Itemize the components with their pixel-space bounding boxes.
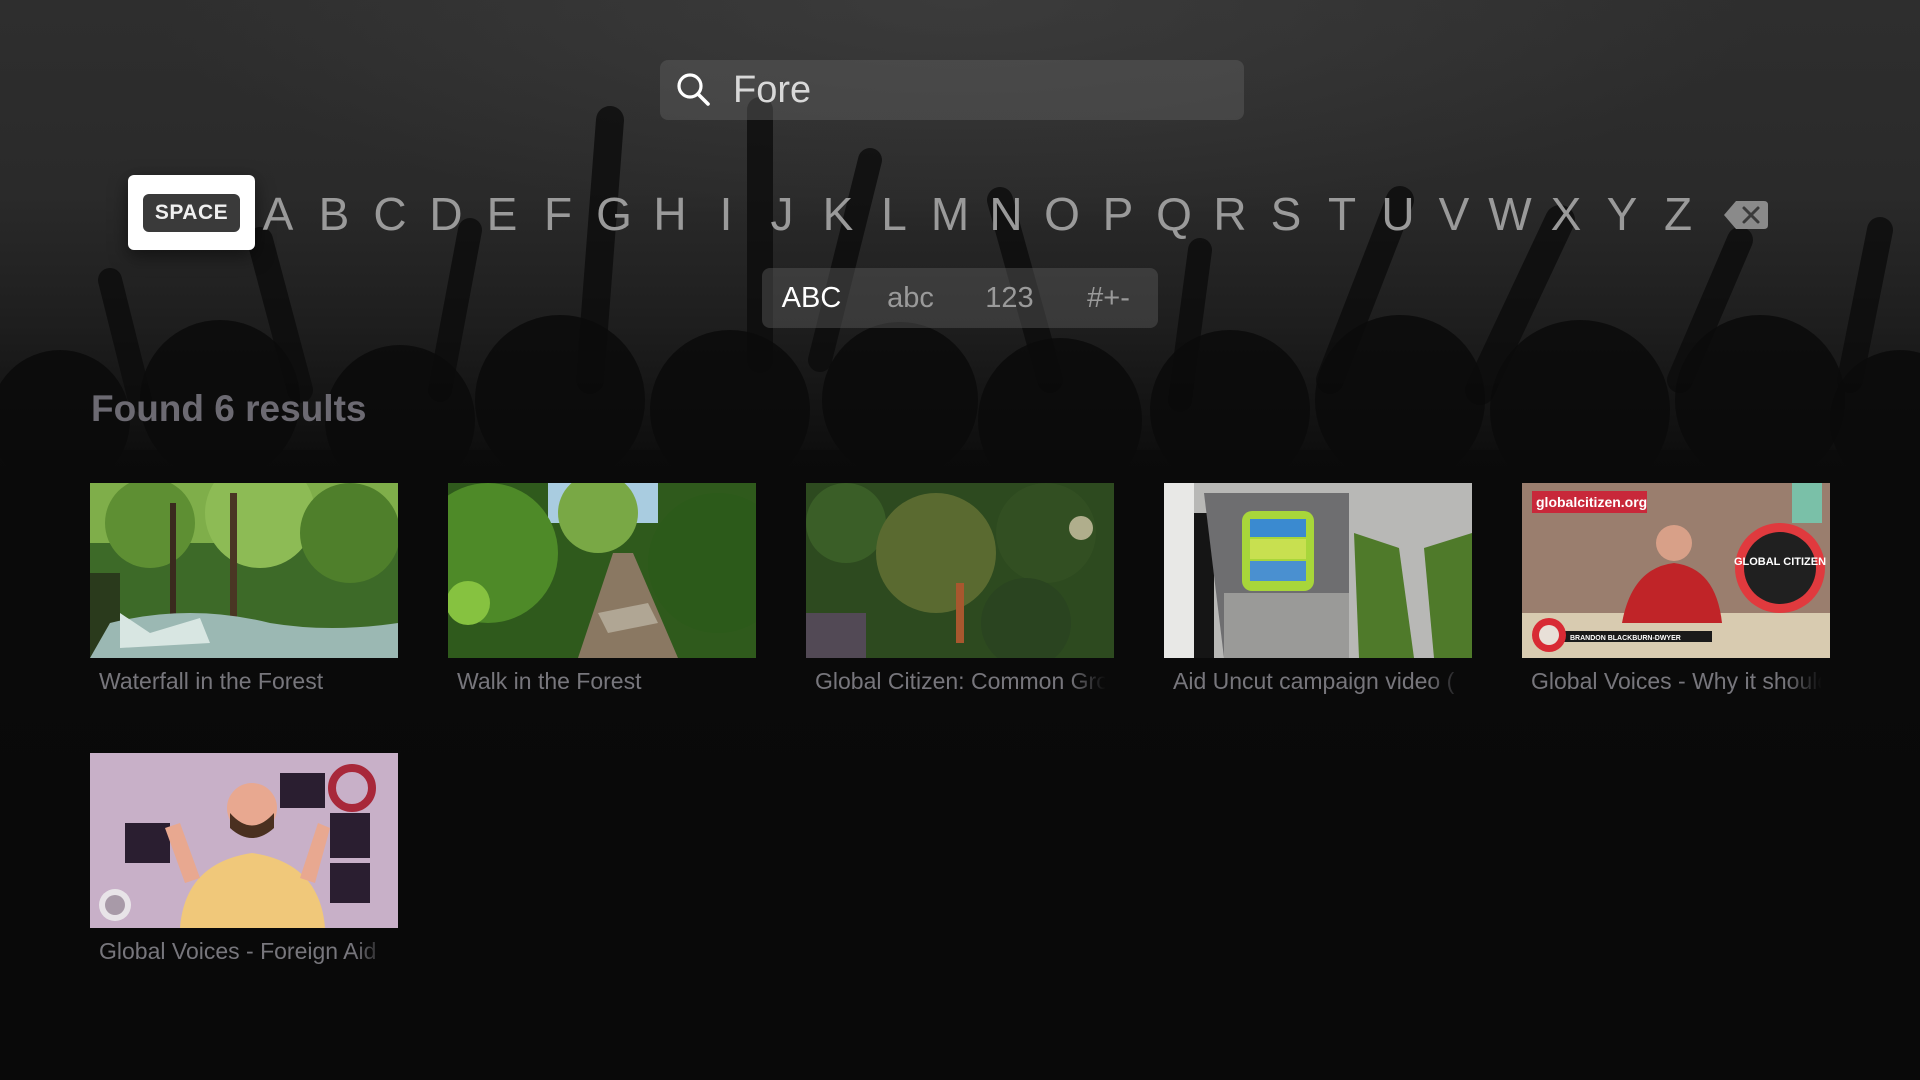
- letter-key-b[interactable]: B: [306, 186, 362, 242]
- letter-key-u[interactable]: U: [1370, 186, 1426, 242]
- letter-key-p[interactable]: P: [1090, 186, 1146, 242]
- keyboard-mode-selector: ABC abc 123 #+-: [762, 268, 1158, 328]
- letter-key-q[interactable]: Q: [1146, 186, 1202, 242]
- letter-key-g[interactable]: G: [586, 186, 642, 242]
- space-key-label: SPACE: [142, 193, 241, 232]
- letter-key-d[interactable]: D: [418, 186, 474, 242]
- result-title: Waterfall in the Forest: [99, 668, 324, 694]
- letter-key-z[interactable]: Z: [1650, 186, 1706, 242]
- result-title: Global Citizen: Common Ground: [815, 668, 1106, 694]
- letter-key-t[interactable]: T: [1314, 186, 1370, 242]
- letter-key-o[interactable]: O: [1034, 186, 1090, 242]
- letter-key-h[interactable]: H: [642, 186, 698, 242]
- backspace-icon[interactable]: [1722, 199, 1770, 231]
- result-card[interactable]: Global Citizen: Common Ground: [806, 483, 1114, 695]
- mode-lowercase-tab[interactable]: abc: [861, 268, 960, 328]
- mode-symbols-tab[interactable]: #+-: [1059, 268, 1158, 328]
- thumb-overlay-text: globalcitizen.org: [1536, 494, 1647, 510]
- thumb-lower-third: BRANDON BLACKBURN-DWYER: [1570, 635, 1681, 642]
- result-card[interactable]: Walk in the Forest: [448, 483, 756, 695]
- thumb-badge-text: GLOBAL CITIZEN: [1734, 556, 1826, 568]
- thumbnail-presenter-yellow-shirt: [90, 753, 398, 928]
- letter-key-m[interactable]: M: [922, 186, 978, 242]
- thumbnail-aerial-canopy: [806, 483, 1114, 658]
- result-title: Walk in the Forest: [457, 668, 642, 694]
- thumbnail-ticket-gate: [1164, 483, 1472, 658]
- result-card[interactable]: Aid Uncut campaign video (: [1164, 483, 1472, 695]
- letter-key-c[interactable]: C: [362, 186, 418, 242]
- letter-key-l[interactable]: L: [866, 186, 922, 242]
- letter-key-f[interactable]: F: [530, 186, 586, 242]
- letter-key-j[interactable]: J: [754, 186, 810, 242]
- thumbnail-forest-waterfall: [90, 483, 398, 658]
- result-card[interactable]: Global Voices - Foreign Aid: [90, 753, 398, 965]
- letter-key-k[interactable]: K: [810, 186, 866, 242]
- letter-key-n[interactable]: N: [978, 186, 1034, 242]
- result-card[interactable]: Waterfall in the Forest: [90, 483, 398, 695]
- letter-key-y[interactable]: Y: [1594, 186, 1650, 242]
- letter-key-e[interactable]: E: [474, 186, 530, 242]
- thumbnail-forest-path: [448, 483, 756, 658]
- result-card[interactable]: globalcitizen.org GLOBAL CITIZEN BRANDON…: [1522, 483, 1830, 695]
- space-key[interactable]: SPACE: [128, 175, 255, 250]
- result-title: Global Voices - Why it should: [1531, 668, 1822, 694]
- mode-uppercase-tab[interactable]: ABC: [762, 268, 861, 328]
- search-icon: [677, 73, 710, 106]
- results-heading: Found 6 results: [91, 388, 367, 429]
- result-title: Aid Uncut campaign video (: [1173, 668, 1455, 694]
- letter-key-x[interactable]: X: [1538, 186, 1594, 242]
- mode-numbers-tab[interactable]: 123: [960, 268, 1059, 328]
- letter-key-r[interactable]: R: [1202, 186, 1258, 242]
- search-query-text: Fore: [733, 69, 812, 111]
- letter-key-s[interactable]: S: [1258, 186, 1314, 242]
- letter-key-a[interactable]: A: [250, 186, 306, 242]
- result-title: Global Voices - Foreign Aid: [99, 938, 377, 964]
- search-field[interactable]: Fore: [660, 60, 1244, 120]
- letter-key-i[interactable]: I: [698, 186, 754, 242]
- letter-key-w[interactable]: W: [1482, 186, 1538, 242]
- thumbnail-presenter-red-shirt: globalcitizen.org GLOBAL CITIZEN BRANDON…: [1522, 483, 1830, 658]
- letter-key-v[interactable]: V: [1426, 186, 1482, 242]
